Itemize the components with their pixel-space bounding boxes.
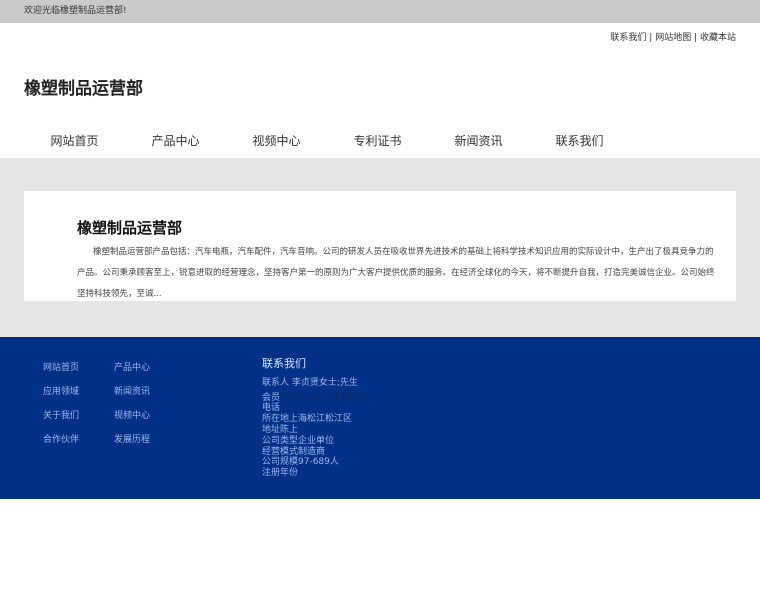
nav-news[interactable]: 新闻资讯 (428, 132, 529, 149)
top-links: 联系我们 | 网站地图 | 收藏本站 (610, 33, 736, 43)
intro-section: 橡塑制品运营部 橡塑制品运营部产品包括：汽车电瓶，汽车配件，汽车音响。公司的研发… (0, 158, 760, 337)
footer-link[interactable]: 应用领域 (43, 384, 114, 398)
send-mail-link[interactable]: [发送信件] (329, 393, 372, 403)
link-contact[interactable]: 联系我们 (610, 33, 646, 43)
intro-card: 橡塑制品运营部 橡塑制品运营部产品包括：汽车电瓶，汽车配件，汽车音响。公司的研发… (24, 191, 736, 301)
contact-line: 所在地上海松江松江区 (262, 414, 353, 425)
contact-line: 地址陈上 (262, 424, 299, 435)
footer-link[interactable]: 合作伙伴 (43, 432, 114, 446)
footer-link[interactable]: 视频中心 (114, 408, 185, 422)
footer: 网站首页 产品中心 应用领域 新闻资讯 关于我们 视频中心 合作伙伴 发展历程 … (0, 337, 760, 499)
welcome-text: 欢迎光临橡塑制品运营部! (24, 6, 127, 16)
contact-line: 公司类型企业单位 (262, 435, 335, 446)
main-nav: 网站首页 产品中心 视频中心 专利证书 新闻资讯 联系我们 (24, 132, 630, 149)
intro-title: 橡塑制品运营部 (77, 219, 183, 237)
footer-contact: 联系我们 联系人 李贞贤女士;先生 会员 [加为商友] [发送信件] 电话 所在… (262, 357, 372, 479)
site-logo[interactable]: 橡塑制品运营部 (24, 74, 143, 99)
contact-person: 联系人 李贞贤女士;先生 (262, 377, 358, 388)
nav-patents[interactable]: 专利证书 (327, 132, 428, 149)
add-friend-link[interactable]: [加为商友] (283, 393, 326, 403)
footer-link[interactable]: 网站首页 (43, 360, 114, 374)
footer-link[interactable]: 新闻资讯 (114, 384, 185, 398)
link-bookmark[interactable]: 收藏本站 (700, 33, 736, 43)
nav-products[interactable]: 产品中心 (125, 132, 226, 149)
contact-line: 公司规模97-689人 (262, 457, 339, 468)
contact-title: 联系我们 (262, 357, 306, 370)
contact-line: 电话 (262, 403, 281, 414)
intro-text: 橡塑制品运营部产品包括：汽车电瓶，汽车配件，汽车音响。公司的研发人员在吸收世界先… (77, 247, 715, 299)
member-label: 会员 (262, 392, 281, 403)
footer-link[interactable]: 发展历程 (114, 432, 185, 446)
contact-line: 经营模式制造商 (262, 446, 326, 457)
footer-link[interactable]: 关于我们 (43, 408, 114, 422)
footer-links: 网站首页 产品中心 应用领域 新闻资讯 关于我们 视频中心 合作伙伴 发展历程 (43, 360, 185, 446)
nav-videos[interactable]: 视频中心 (226, 132, 327, 149)
member-row: 会员 [加为商友] [发送信件] (262, 393, 372, 404)
welcome-bar: 欢迎光临橡塑制品运营部! (0, 0, 760, 23)
footer-link[interactable]: 产品中心 (114, 360, 185, 374)
link-sitemap[interactable]: 网站地图 (655, 33, 691, 43)
nav-home[interactable]: 网站首页 (24, 132, 125, 149)
nav-contact[interactable]: 联系我们 (529, 132, 630, 149)
contact-line: 注册年份 (262, 468, 299, 479)
